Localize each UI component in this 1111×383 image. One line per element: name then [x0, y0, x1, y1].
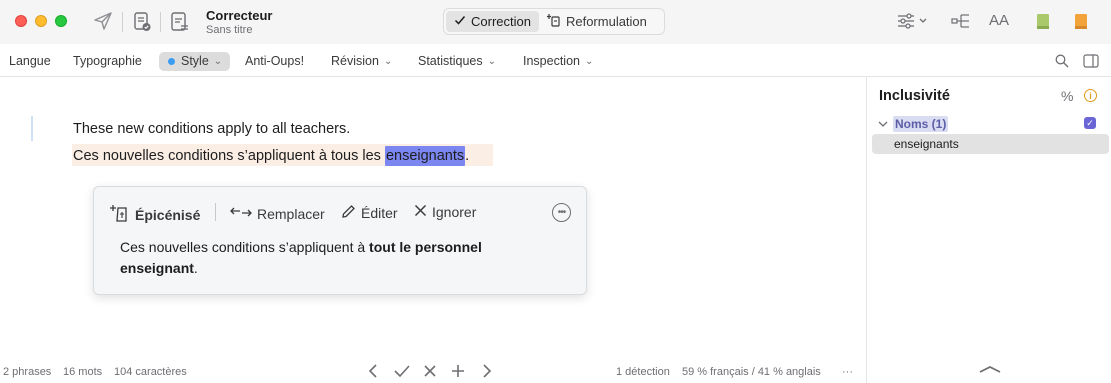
chevron-down-icon: ⌄	[213, 55, 223, 67]
menu-statistiques-label: Statistiques	[418, 54, 483, 68]
detection-count: 1 détection	[616, 366, 670, 378]
settings-sliders-icon[interactable]	[897, 13, 927, 29]
ignore-button[interactable]: Ignorer	[414, 204, 476, 220]
zoom-window-button[interactable]	[55, 15, 67, 27]
panel-divider[interactable]	[866, 77, 867, 383]
tab-correction[interactable]: Correction	[446, 11, 539, 32]
pencil-icon	[341, 204, 356, 222]
phrase-count: 2 phrases	[3, 366, 52, 378]
panel-title: Inclusivité	[879, 88, 950, 104]
toolbar-divider	[122, 12, 123, 32]
category-menu-bar: Langue Typographie Style ⌄ Anti-Oups! Ré…	[0, 50, 1111, 74]
collapse-chevron-up-icon[interactable]	[978, 362, 1002, 380]
next-chevron-icon[interactable]	[481, 363, 493, 383]
guide-orange-book-icon[interactable]	[1074, 13, 1088, 30]
close-window-button[interactable]	[15, 15, 27, 27]
dictionary-green-book-icon[interactable]	[1036, 13, 1050, 30]
text-size-label: AA	[989, 12, 1010, 29]
group-noms[interactable]: Noms (1)	[878, 116, 949, 132]
chevron-down-icon: ⌄	[584, 55, 594, 67]
highlighted-word[interactable]: enseignants	[384, 146, 466, 166]
toolbar-divider	[160, 12, 161, 32]
category-label: Épicénisé	[110, 204, 200, 225]
tab-reformulation-label: Reformulation	[565, 14, 647, 29]
more-options-icon[interactable]: •••	[552, 203, 571, 222]
group-noms-label: Noms (1)	[893, 116, 949, 132]
sentence-end: .	[465, 148, 470, 164]
menu-revision-label: Révision	[331, 54, 379, 68]
replace-button[interactable]: Remplacer	[230, 204, 325, 223]
edit-label: Éditer	[361, 205, 398, 221]
document-lines-icon[interactable]	[169, 11, 191, 33]
chevron-down-icon: ⌄	[487, 55, 497, 67]
sidebar-toggle-icon[interactable]	[1083, 54, 1099, 68]
close-x-icon	[414, 204, 427, 220]
editor-area[interactable]: These new conditions apply to all teache…	[0, 77, 866, 383]
language-ratio: 59 % français / 41 % anglais	[682, 366, 821, 378]
search-icon[interactable]	[1055, 54, 1069, 68]
group-checkbox[interactable]: ✓	[1084, 117, 1096, 129]
suggestion-text[interactable]: Ces nouvelles conditions s’appliquent à …	[120, 237, 560, 279]
menu-anti-oups-label: Anti-Oups!	[245, 54, 305, 68]
send-icon[interactable]	[93, 11, 113, 31]
info-icon[interactable]: i	[1084, 89, 1097, 102]
mode-switcher: Correction Reformulation	[443, 8, 665, 35]
document-check-icon[interactable]	[131, 11, 153, 33]
category-text: Épicénisé	[135, 206, 201, 223]
status-more-icon[interactable]: ···	[842, 366, 853, 378]
menu-langue[interactable]: Langue	[9, 54, 51, 68]
epicene-icon	[110, 204, 130, 225]
tab-correction-label: Correction	[471, 14, 531, 29]
menu-inspection-label: Inspection	[523, 54, 580, 68]
char-count: 104 caractères	[114, 366, 187, 378]
previous-chevron-icon[interactable]	[367, 363, 379, 383]
app-title: Correcteur	[206, 8, 273, 23]
percent-toggle[interactable]: %	[1061, 88, 1073, 104]
reject-x-icon[interactable]	[422, 363, 438, 383]
detection-item-label: enseignants	[894, 137, 959, 151]
menu-anti-oups[interactable]: Anti-Oups!	[245, 54, 304, 68]
chevron-down-icon: ⌄	[383, 55, 393, 67]
suggestion-prefix: Ces nouvelles conditions s’appliquent à	[120, 239, 370, 255]
suggestion-popover: Épicénisé Remplacer Éditer Ignorer ••• C…	[93, 186, 587, 295]
menu-revision[interactable]: Révision ⌄	[331, 54, 392, 68]
edit-button[interactable]: Éditer	[341, 204, 398, 222]
menu-typographie[interactable]: Typographie	[73, 54, 142, 68]
word-count: 16 mots	[63, 366, 103, 378]
suggestion-suffix: .	[193, 260, 198, 276]
popover-divider	[215, 203, 216, 221]
menu-statistiques[interactable]: Statistiques ⌄	[418, 54, 496, 68]
menu-inspection[interactable]: Inspection ⌄	[523, 54, 593, 68]
text-line-english[interactable]: These new conditions apply to all teache…	[73, 121, 350, 137]
menu-typographie-label: Typographie	[73, 54, 142, 68]
paragraph-marker	[31, 116, 33, 141]
minimize-window-button[interactable]	[35, 15, 47, 27]
checkmark-icon	[454, 14, 466, 29]
text-line-french[interactable]: Ces nouvelles conditions s’appliquent à …	[73, 146, 470, 166]
replace-label: Remplacer	[257, 205, 325, 222]
style-indicator-dot	[168, 57, 175, 65]
outline-tree-icon[interactable]	[951, 12, 971, 30]
replace-arrows-icon	[230, 204, 252, 223]
text-size-button[interactable]: AA	[989, 12, 1009, 29]
chevron-down-icon[interactable]	[878, 117, 888, 131]
menu-style[interactable]: Style ⌄	[168, 54, 222, 68]
reformulation-icon	[546, 13, 561, 30]
tab-reformulation[interactable]: Reformulation	[539, 11, 655, 32]
sentence-text: Ces nouvelles conditions s’appliquent à …	[73, 148, 385, 164]
accept-checkmark-icon[interactable]	[393, 363, 411, 383]
ignore-label: Ignorer	[432, 204, 477, 220]
menu-style-label: Style	[181, 54, 209, 68]
title-bar: Correcteur Sans titre Correction Reformu…	[0, 0, 1111, 44]
document-name: Sans titre	[206, 24, 253, 36]
add-plus-icon[interactable]	[450, 363, 466, 383]
menu-langue-label: Langue	[9, 54, 51, 68]
